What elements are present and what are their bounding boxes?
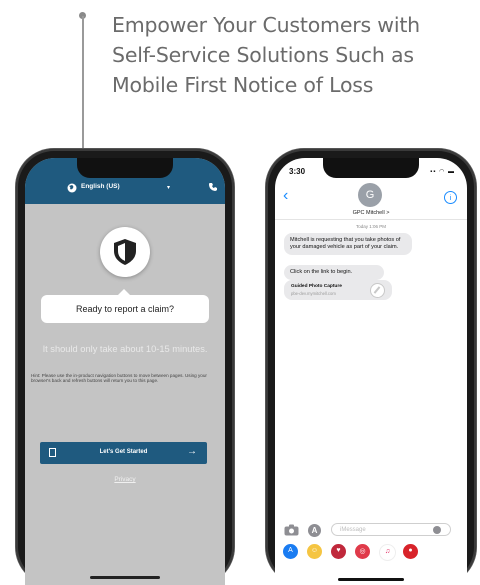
prompt-card: Ready to report a claim?	[41, 289, 209, 323]
music-icon[interactable]: ♫	[379, 544, 396, 561]
info-icon[interactable]: i	[444, 191, 457, 204]
header-divider	[275, 219, 467, 220]
app-store-icon[interactable]: A	[283, 544, 298, 559]
message-timestamp: Today 1:06 PM	[355, 224, 387, 229]
search-app-icon[interactable]: ◎	[355, 544, 370, 559]
home-indicator[interactable]	[90, 576, 160, 579]
memoji-icon[interactable]: ☺	[307, 544, 322, 559]
game-icon[interactable]: ●	[403, 544, 418, 559]
privacy-link[interactable]: Privacy	[25, 476, 225, 483]
back-chevron-icon[interactable]: ‹	[283, 188, 288, 204]
message-bubble: Click on the link to begin.	[284, 265, 384, 280]
contact-name[interactable]: GPC Mitchell >	[275, 210, 467, 216]
microphone-icon[interactable]	[433, 526, 441, 534]
home-indicator[interactable]	[338, 578, 404, 581]
heart-sticker-icon[interactable]: ♥	[331, 544, 346, 559]
notch	[323, 158, 419, 178]
left-phone: English (US) ▾ Ready to report a claim? …	[16, 149, 234, 585]
app-tray: A ☺ ♥ ◎ ♫ ●	[275, 544, 467, 561]
get-started-button[interactable]: Let's Get Started →	[40, 442, 207, 464]
notch	[77, 158, 173, 178]
status-time: 3:30	[289, 167, 306, 176]
compass-icon	[370, 283, 385, 298]
message-bubble: Mitchell is requesting that you take pho…	[284, 233, 412, 255]
arrow-right-icon: →	[187, 446, 197, 457]
duration-text: It should only take about 10-15 minutes.	[42, 344, 208, 354]
callout-line	[82, 16, 84, 156]
app-store-button-icon[interactable]: A	[308, 524, 321, 537]
message-composer: A iMessage	[275, 522, 467, 538]
link-title: Guided Photo Capture	[291, 284, 342, 289]
shield-badge	[100, 227, 150, 277]
contact-avatar[interactable]: G	[358, 183, 382, 207]
prompt-title: Ready to report a claim?	[75, 304, 175, 314]
headline-line-2: Self-Service Solutions Such as	[112, 43, 414, 67]
headline-line-3: Mobile First Notice of Loss	[112, 73, 374, 97]
get-started-label: Let's Get Started	[99, 449, 148, 455]
shield-icon	[114, 239, 136, 265]
globe-icon[interactable]	[67, 183, 77, 193]
callout-tick	[234, 205, 235, 216]
imessage-screen: 3:30 ▪▪ ◠ ▬ ‹ i G GPC Mitchell > Today 1…	[275, 158, 467, 585]
claim-app-screen: English (US) ▾ Ready to report a claim? …	[25, 158, 225, 585]
status-icons: ▪▪ ◠ ▬	[430, 169, 455, 175]
camera-icon[interactable]	[284, 524, 299, 536]
chevron-down-icon[interactable]: ▾	[167, 184, 170, 191]
link-preview-card[interactable]: Guided Photo Capture pbe-dev.mymitchell.…	[284, 280, 392, 300]
link-url: pbe-dev.mymitchell.com	[291, 291, 336, 296]
language-selector[interactable]: English (US)	[81, 183, 120, 190]
headline: Empower Your Customers with Self-Service…	[112, 10, 472, 100]
headline-line-1: Empower Your Customers with	[112, 13, 420, 37]
phone-call-icon[interactable]	[208, 182, 218, 192]
right-phone: 3:30 ▪▪ ◠ ▬ ‹ i G GPC Mitchell > Today 1…	[266, 149, 476, 585]
hint-text: Hint: Please use the in-product navigati…	[31, 373, 207, 384]
